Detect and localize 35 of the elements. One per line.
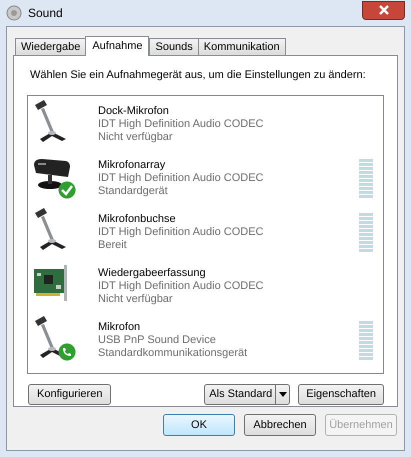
configure-button[interactable]: Konfigurieren [28, 384, 112, 404]
device-name: Dock-Mikrofon [98, 104, 170, 118]
instruction-text: Wählen Sie ein Aufnahmegerät aus, um die Einstellungen zu ändern: [29, 68, 367, 83]
dialog-button[interactable]: OK [163, 414, 235, 436]
device-driver: IDT High Definition Audio CODEC [98, 226, 264, 238]
tab[interactable]: Kommunikation [198, 38, 286, 55]
device-item[interactable]: Wiedergabeerfassung IDT High Definition Audio CODEC Nicht verfügbar [28, 260, 383, 314]
device-name: Mikrofonarray [98, 158, 166, 172]
device-name: Mikrofonbuchse [98, 212, 177, 226]
device-item[interactable]: Dock-Mikrofon IDT High Definition Audio CODEC Nicht verfügbar [28, 98, 383, 152]
close-button[interactable] [362, 0, 405, 20]
dropdown-arrow-icon [278, 392, 287, 396]
device-item[interactable]: Mikrofonarray IDT High Definition Audio CODEC Standardgerät [28, 152, 383, 206]
device-driver: IDT High Definition Audio CODEC [98, 280, 264, 292]
tab[interactable]: Sounds [149, 38, 199, 55]
device-item[interactable]: Mikrofonbuchse IDT High Definition Audio CODEC Bereit [28, 206, 383, 260]
device-driver: IDT High Definition Audio CODEC [98, 118, 264, 130]
tab[interactable]: Wiedergabe [15, 38, 86, 55]
device-driver: IDT High Definition Audio CODEC [98, 172, 264, 184]
device-status: Standardgerät [98, 184, 169, 198]
device-name: Wiedergabeerfassung [98, 266, 207, 280]
tab[interactable]: Aufnahme [85, 36, 150, 56]
device-status: Nicht verfügbar [98, 292, 174, 306]
device-driver: USB PnP Sound Device [98, 334, 217, 346]
properties-button[interactable]: Eigenschaften [298, 384, 384, 404]
device-name: Mikrofon [98, 320, 142, 334]
set-default-button[interactable]: Als Standard [204, 384, 290, 404]
window-title: Sound [28, 5, 63, 22]
dialog-button[interactable]: Abbrechen [244, 414, 316, 436]
close-icon [378, 5, 388, 15]
device-item[interactable]: Mikrofon USB PnP Sound Device Standardkommunikationsgerät [28, 314, 383, 368]
device-status: Nicht verfügbar [98, 130, 174, 144]
speaker-icon [6, 5, 22, 21]
device-status: Standardkommunikationsgerät [98, 346, 248, 360]
device-status: Bereit [98, 238, 128, 252]
